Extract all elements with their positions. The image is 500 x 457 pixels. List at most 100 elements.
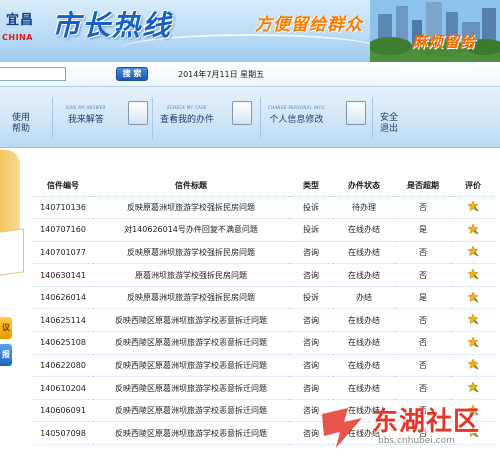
cell-id: 140710136 [33,196,93,220]
cell-title[interactable]: 反映原葛洲坝旅游学校强拆民房问题 [93,196,289,220]
rating-star-icon[interactable] [467,268,479,280]
cell-rating [451,196,495,220]
table-row[interactable]: 140610204 反映西陵区原葛洲坝旅游学校恶意拆迁问题 咨询 在线办结否 [33,376,495,400]
cell-status: 在线办结 [333,218,395,242]
cell-overdue: 否 [395,376,451,400]
table-row[interactable]: 140630141 原葛洲坝旅游学校强拆民房问题 咨询 在线办结否 [33,263,495,287]
cell-id: 140707160 [33,218,93,242]
cell-status: 在线办结 [333,376,395,400]
cell-id: 140626014 [33,286,93,310]
cell-id: 140507098 [33,421,93,446]
cell-id: 140606091 [33,399,93,423]
profile-icon [346,101,366,125]
nav-logout-line2: 退出 [380,124,399,134]
rating-star-icon[interactable] [467,358,479,370]
cell-rating [451,376,495,400]
cell-status: 办结 [333,286,395,310]
search-button[interactable]: 搜 索 [116,67,148,81]
rating-star-icon[interactable] [467,245,479,257]
cell-status: 在线办结 [333,331,395,355]
table-row[interactable]: 140625108 反映西陵区原葛洲坝旅游学校恶意拆迁问题 咨询 在线办结否 [33,331,495,355]
table-row[interactable]: 140626014 反映原葛洲坝旅游学校强拆民房问题 投诉 办结是 [33,286,495,310]
table-row[interactable]: 140707160 对140626014号办件回复不满意问题 投诉 在线办结是 [33,218,495,242]
cell-rating [451,286,495,310]
nav-case-en: ECHECK MY CASE [167,105,207,110]
nav-divider [260,97,261,139]
cell-status: 在线办结 [333,241,395,265]
cell-id: 140610204 [33,376,93,400]
cell-type: 投诉 [289,196,333,220]
cell-overdue: 是 [395,218,451,242]
col-header-type: 类型 [289,176,333,197]
site-title: 市长热线 [52,9,173,42]
cell-overdue: 否 [395,331,451,355]
nav-divider [372,97,373,139]
cell-rating [451,218,495,242]
cell-overdue: 否 [395,196,451,220]
city-logo: 宜昌 [6,13,35,28]
cell-type: 咨询 [289,263,333,287]
sidebar-button-suggest[interactable]: 议 [0,317,12,339]
table-row[interactable]: 140710136 反映原葛洲坝旅游学校强拆民房问题 投诉 待办理否 [33,196,495,220]
main-nav: 使用 帮助 GIVE MY ANSWER 我来解答 ECHECK MY CASE… [0,86,500,148]
cell-type: 咨询 [289,241,333,265]
search-bar: 搜 索 2014年7月11日 星期五 [0,62,500,86]
cell-title[interactable]: 反映西陵区原葛洲坝旅游学校恶意拆迁问题 [93,421,289,446]
cell-title[interactable]: 反映西陵区原葛洲坝旅游学校恶意拆迁问题 [93,376,289,400]
nav-help[interactable]: 使用 帮助 [12,113,30,135]
search-input[interactable] [0,67,66,81]
rating-star-icon[interactable] [467,291,479,303]
cell-title[interactable]: 反映西陵区原葛洲坝旅游学校恶意拆迁问题 [93,308,289,333]
cell-overdue: 否 [395,263,451,287]
table-header-row: 信件编号 信件标题 类型 办件状态 是否超期 评价 [33,176,495,197]
cell-title[interactable]: 原葛洲坝旅游学校强拆民房问题 [93,263,289,287]
cell-title[interactable]: 反映原葛洲坝旅游学校强拆民房问题 [93,241,289,265]
rating-star-icon[interactable] [467,336,479,348]
current-date: 2014年7月11日 星期五 [178,70,265,79]
nav-divider [52,97,53,139]
table-row[interactable]: 140622080 反映西陵区原葛洲坝旅游学校恶意拆迁问题 咨询 在线办结否 [33,354,495,378]
cell-type: 咨询 [289,376,333,400]
col-header-title: 信件标题 [93,176,289,197]
nav-info-label: 个人信息修改 [269,115,324,125]
slogan-primary: 方便留给群众 [255,15,363,35]
nav-change-info[interactable]: CHANGE PERSONAL INFO 个人信息修改 [268,105,325,125]
nav-info-en: CHANGE PERSONAL INFO [268,105,325,110]
cell-status: 待办理 [333,196,395,220]
cell-title[interactable]: 反映原葛洲坝旅游学校强拆民房问题 [93,286,289,310]
nav-case-label: 查看我的办件 [160,115,215,125]
cell-id: 140625108 [33,331,93,355]
rating-star-icon[interactable] [467,223,479,235]
col-header-status: 办件状态 [333,176,395,197]
nav-help-line1: 使用 [12,113,31,123]
watermark-logo-icon [322,408,362,448]
nav-logout-line1: 安全 [380,113,399,123]
nav-give-answer[interactable]: GIVE MY ANSWER 我来解答 [66,105,106,125]
cell-status: 在线办结 [333,354,395,378]
nav-answer-label: 我来解答 [67,115,104,125]
cell-status: 在线办结 [333,263,395,287]
sidebar-paper-image [0,228,24,276]
rating-star-icon[interactable] [467,381,479,393]
cell-rating [451,354,495,378]
watermark-text: 东湖社区 [372,407,481,437]
table-row[interactable]: 140701077 反映原葛洲坝旅游学校强拆民房问题 咨询 在线办结否 [33,241,495,265]
nav-logout[interactable]: 安全 退出 [380,113,398,135]
rating-star-icon[interactable] [467,313,479,325]
cell-overdue: 否 [395,354,451,378]
cell-title[interactable]: 对140626014号办件回复不满意问题 [93,218,289,242]
table-row[interactable]: 140625114 反映西陵区原葛洲坝旅游学校恶意拆迁问题 咨询 在线办结否 [33,308,495,333]
china-label: CHINA [2,33,33,42]
nav-help-line2: 帮助 [12,124,31,134]
cell-title[interactable]: 反映西陵区原葛洲坝旅游学校恶意拆迁问题 [93,399,289,423]
nav-check-case[interactable]: ECHECK MY CASE 查看我的办件 [160,105,214,125]
cell-rating [451,263,495,287]
sidebar-button-report[interactable]: 报 [0,344,12,366]
nav-divider [152,97,153,139]
cell-title[interactable]: 反映西陵区原葛洲坝旅游学校恶意拆迁问题 [93,354,289,378]
cell-title[interactable]: 反映西陵区原葛洲坝旅游学校恶意拆迁问题 [93,331,289,355]
cell-id: 140701077 [33,241,93,265]
col-header-rating: 评价 [451,176,495,197]
rating-star-icon[interactable] [467,200,479,212]
header-banner: 宜昌 CHINA 市长热线 方便留给群众 麻烦留给 [0,0,500,62]
